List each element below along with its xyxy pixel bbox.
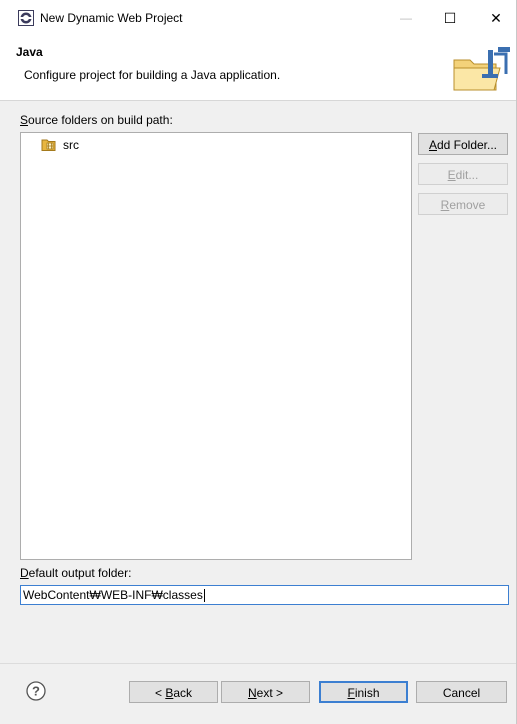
- source-folders-label: Source folders on build path:: [20, 113, 173, 127]
- cancel-button[interactable]: Cancel: [416, 681, 507, 703]
- output-folder-input[interactable]: WebContent₩WEB-INF₩classes: [20, 585, 509, 605]
- output-folder-label: Default output folder:: [20, 566, 132, 580]
- back-button[interactable]: < Back: [129, 681, 218, 703]
- source-folders-tree[interactable]: src: [20, 132, 412, 560]
- tree-item-src[interactable]: src: [41, 137, 79, 153]
- java-project-banner-icon: [453, 47, 510, 91]
- wizard-header: Java Configure project for building a Ja…: [0, 36, 517, 101]
- page-description: Configure project for building a Java ap…: [24, 68, 281, 82]
- footer-separator: [0, 663, 517, 664]
- svg-text:?: ?: [32, 684, 40, 699]
- next-button[interactable]: Next >: [221, 681, 310, 703]
- close-button[interactable]: ✕: [481, 7, 511, 29]
- add-folder-button[interactable]: Add Folder...: [418, 133, 508, 155]
- maximize-button[interactable]: ☐: [435, 7, 465, 29]
- eclipse-app-icon: [18, 10, 34, 26]
- tree-item-label: src: [63, 138, 79, 152]
- window-title: New Dynamic Web Project: [40, 11, 183, 25]
- edit-button[interactable]: Edit...: [418, 163, 508, 185]
- remove-button[interactable]: Remove: [418, 193, 508, 215]
- help-icon[interactable]: ?: [26, 681, 46, 701]
- minimize-button[interactable]: —: [391, 7, 421, 29]
- finish-button[interactable]: Finish: [319, 681, 408, 703]
- page-title: Java: [16, 45, 43, 59]
- source-package-folder-icon: [41, 139, 56, 151]
- title-bar: New Dynamic Web Project — ☐ ✕: [0, 0, 517, 36]
- text-caret: [203, 589, 205, 603]
